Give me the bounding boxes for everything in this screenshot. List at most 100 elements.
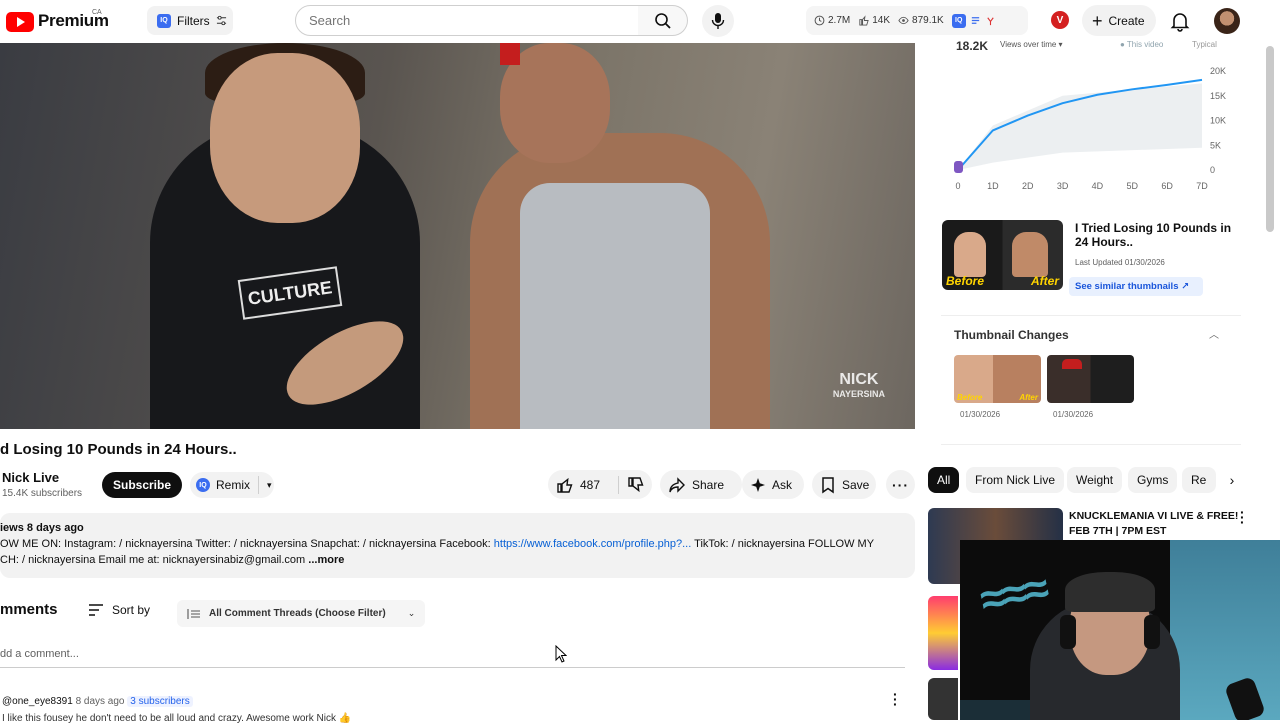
chart-metric-select[interactable]: Views over time ▾	[1000, 40, 1063, 49]
y-tick-label: 5K	[1210, 140, 1221, 150]
voice-search-button[interactable]	[702, 5, 734, 37]
recommended-menu-icon[interactable]: · · ·	[1240, 505, 1245, 529]
stat-item: 2.7M	[814, 15, 850, 26]
last-updated-text: Last Updated 01/30/2026	[1075, 258, 1165, 267]
chart-headline: 18.2K	[956, 39, 989, 53]
thumbnail-version[interactable]	[1047, 355, 1134, 403]
views-chart-panel: 20K 15K 10K 5K 0 0 1D 2D 3D 4D 5D 6D 7D 18.2K Views …	[930, 37, 1250, 212]
x-tick-label: 7D	[1196, 181, 1208, 191]
webcam-beanie	[1065, 572, 1155, 612]
account-avatar[interactable]	[1214, 8, 1240, 34]
y-tick-label: 10K	[1210, 116, 1226, 126]
vidiq-icon[interactable]: IQ	[951, 13, 966, 28]
chip-all[interactable]: All	[928, 467, 960, 493]
chevron-down-icon: ⌄	[407, 608, 416, 618]
save-label: Save	[842, 477, 870, 492]
eye-icon	[898, 16, 909, 25]
thumbnail-figure	[1012, 232, 1048, 277]
filters-label: Filters	[177, 13, 210, 28]
share-icon	[669, 476, 685, 493]
headphones-icon	[1060, 615, 1076, 649]
search-input[interactable]: Search	[295, 5, 639, 36]
ask-label: Ask	[772, 477, 793, 492]
video-watermark: NICK NAYERSINA	[833, 372, 885, 401]
chevron-down-icon[interactable]: ▾	[267, 480, 272, 491]
comment-filter-select[interactable]: All Comment Threads (Choose Filter) ⌄	[177, 600, 425, 627]
x-tick-label: 3D	[1057, 181, 1069, 191]
extension-v-icon[interactable]: V	[1051, 11, 1069, 29]
upload-marker-icon[interactable]	[954, 161, 963, 173]
save-button[interactable]: Save	[812, 470, 876, 499]
stat-value: 2.7M	[828, 15, 851, 26]
divider	[258, 476, 260, 494]
comment-time[interactable]: 8 days ago	[76, 696, 125, 707]
recommended-thumbnail[interactable]	[928, 596, 958, 670]
comment-filter-label: All Comment Threads (Choose Filter)	[209, 608, 386, 619]
description-box[interactable]: iews 8 days ago OW ME ON: Instagram: / n…	[0, 513, 915, 578]
x-tick-label: 6D	[1161, 181, 1173, 191]
thumbnail-before-text: Before	[946, 274, 985, 288]
sort-by-button[interactable]: Sort by	[88, 603, 150, 617]
legend-typical: Typical	[1192, 40, 1217, 49]
typical-range-band	[958, 83, 1202, 170]
video-player[interactable]: CULTURE NICK NAYERSINA	[0, 43, 915, 429]
see-similar-thumbnails-button[interactable]: See similar thumbnails ↗	[1069, 277, 1203, 296]
thumbnail-before-text: Before	[957, 393, 983, 402]
chip-weight[interactable]: Weight	[1067, 467, 1123, 493]
notifications-bell-icon[interactable]	[1168, 9, 1192, 33]
chip-from-channel[interactable]: From Nick Live	[966, 467, 1065, 493]
like-dislike-group: 487	[548, 470, 652, 499]
remix-label: Remix	[216, 478, 251, 492]
stat-item: 879.1K	[898, 15, 944, 26]
description-text: OW ME ON: Instagram: / nicknayersina Twi…	[0, 538, 494, 550]
recommended-thumbnail[interactable]	[928, 678, 958, 720]
top-header: Premium CA IQ Filters Search 2.7M 14K 87…	[0, 0, 1280, 42]
more-actions-icon[interactable]: ···	[886, 470, 915, 499]
add-comment-input[interactable]: dd a comment...	[0, 648, 905, 668]
broadcast-icon[interactable]	[985, 15, 996, 26]
ask-button[interactable]: Ask	[742, 470, 804, 499]
chip-related[interactable]: Re	[1182, 467, 1216, 493]
y-tick-label: 15K	[1210, 91, 1226, 101]
chevron-up-icon[interactable]: ︿	[1209, 326, 1219, 341]
webcam-wall	[1170, 540, 1280, 720]
subscribe-button[interactable]: Subscribe	[102, 472, 182, 498]
y-tick-label: 20K	[1210, 66, 1226, 76]
search-button[interactable]	[638, 5, 688, 36]
sliders-icon	[216, 15, 226, 26]
facebook-link[interactable]: https://www.facebook.com/profile.php?...	[494, 538, 692, 550]
video-person-right-tank	[520, 183, 710, 429]
x-tick-label: 4D	[1092, 181, 1104, 191]
like-count[interactable]: 487	[580, 478, 600, 492]
create-button[interactable]: + Create	[1082, 5, 1156, 36]
region-code: CA	[92, 9, 102, 16]
list-icon[interactable]	[970, 15, 981, 26]
remix-button[interactable]: IQ Remix ▾	[190, 472, 274, 498]
dislike-icon[interactable]	[627, 476, 645, 494]
x-tick-label: 5D	[1127, 181, 1139, 191]
sort-by-label: Sort by	[112, 603, 151, 617]
comment-author[interactable]: @one_eye8391	[2, 696, 73, 707]
legend-this-video: ● This video	[1120, 40, 1164, 49]
thumbnail-version[interactable]: Before After	[954, 355, 1041, 403]
webcam-overlay: ≈≈≈	[960, 540, 1280, 720]
plus-icon: +	[1092, 10, 1103, 31]
video-thumbnail[interactable]: Before After	[942, 220, 1063, 290]
thumbnail-after-text: After	[1019, 393, 1038, 402]
page-scrollbar[interactable]	[1266, 46, 1274, 232]
filter-icon	[187, 608, 200, 619]
comment-menu-icon[interactable]: · · ·	[893, 687, 898, 711]
thumbnail-changes-title: Thumbnail Changes	[954, 328, 1069, 342]
like-icon[interactable]	[556, 476, 574, 494]
filters-button[interactable]: IQ Filters	[147, 6, 233, 35]
show-more-link[interactable]: ...more	[308, 554, 344, 566]
chip-gyms[interactable]: Gyms	[1128, 467, 1178, 493]
divider	[618, 475, 620, 494]
youtube-logo-icon[interactable]	[6, 12, 34, 32]
recommended-title[interactable]: KNUCKLEMANIA VI LIVE & FREE! FEB 7TH | 7…	[1069, 509, 1239, 539]
bookmark-icon	[822, 476, 834, 493]
share-button[interactable]: Share	[660, 470, 742, 499]
channel-name[interactable]: Nick Live	[2, 470, 59, 485]
thumbnail-changes-panel: Thumbnail Changes ︿ Before After 01/30/2…	[941, 315, 1241, 445]
chevron-right-icon[interactable]: ›	[1219, 467, 1245, 493]
